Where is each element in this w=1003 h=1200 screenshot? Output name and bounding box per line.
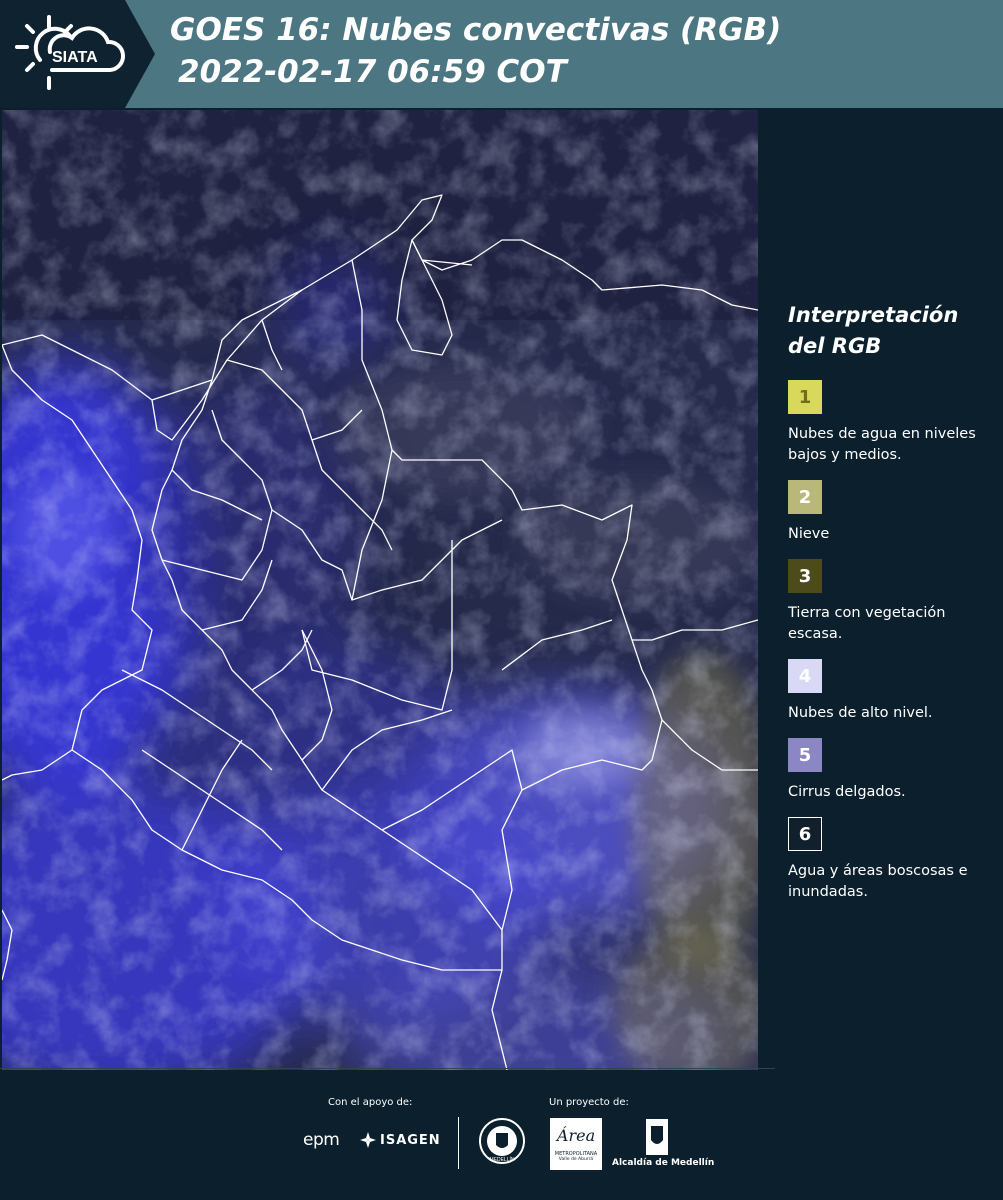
legend-item-6: 6 Agua y áreas boscosas e inundadas. [788, 817, 998, 903]
epm-logo: epm [303, 1130, 340, 1150]
isagen-logo: ISAGEN [380, 1133, 441, 1148]
legend-label-1: Nubes de agua en niveles bajos y medios. [788, 426, 976, 463]
footer-divider [0, 1068, 775, 1069]
legend-item-4: 4 Nubes de alto nivel. [788, 659, 998, 724]
legend-label-6: Agua y áreas boscosas e inundadas. [788, 863, 968, 900]
project-label: Un proyecto de: [549, 1097, 629, 1108]
page-timestamp: 2022-02-17 06:59 COT [178, 54, 567, 90]
rgb-legend: Interpretación del RGB 1 Nubes de agua e… [788, 300, 998, 917]
legend-label-2: Nieve [788, 526, 830, 542]
legend-label-4: Nubes de alto nivel. [788, 705, 933, 721]
satellite-image [2, 110, 758, 1070]
alcaldia-shield-icon [645, 1118, 669, 1156]
legend-item-2: 2 Nieve [788, 480, 998, 545]
legend-item-3: 3 Tierra con vegetación escasa. [788, 559, 998, 645]
legend-item-1: 1 Nubes de agua en niveles bajos y medio… [788, 380, 998, 466]
medellin-seal-text: MEDELLÍN [489, 1156, 514, 1163]
header-bar: SIATA GOES 16: Nubes convectivas (RGB) 2… [0, 0, 1003, 108]
footer-separator [458, 1117, 459, 1169]
metro-name: Área [556, 1126, 596, 1145]
siata-logo: SIATA [0, 0, 155, 108]
legend-item-5: 5 Cirrus delgados. [788, 738, 998, 803]
legend-swatch-1: 1 [788, 380, 822, 414]
legend-swatch-5: 5 [788, 738, 822, 772]
legend-swatch-4: 4 [788, 659, 822, 693]
medellin-seal-icon: MEDELLÍN [478, 1117, 526, 1169]
page-title: GOES 16: Nubes convectivas (RGB) [170, 12, 782, 48]
legend-label-3: Tierra con vegetación escasa. [788, 605, 946, 642]
isagen-icon [360, 1132, 376, 1148]
legend-swatch-3: 3 [788, 559, 822, 593]
alcaldia-label: Alcaldía de Medellín [612, 1158, 715, 1168]
siata-logo-text: SIATA [52, 49, 98, 66]
legend-label-5: Cirrus delgados. [788, 784, 906, 800]
satellite-map [2, 110, 758, 1070]
legend-swatch-6: 6 [788, 817, 822, 851]
legend-title: Interpretación del RGB [788, 303, 959, 358]
metro-sub2: Valle de Aburrá [558, 1157, 594, 1162]
legend-swatch-2: 2 [788, 480, 822, 514]
area-metropolitana-logo: Área METROPOLITANA Valle de Aburrá [550, 1118, 602, 1170]
support-label: Con el apoyo de: [328, 1097, 413, 1108]
